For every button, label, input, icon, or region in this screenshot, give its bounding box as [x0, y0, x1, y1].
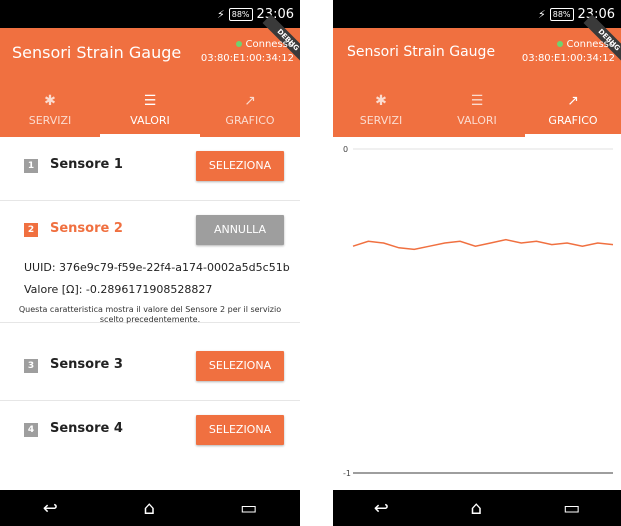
sensor-list: 1 Sensore 1 SELEZIONA 2 Sensore 2 ANNULL…: [0, 137, 300, 490]
tab-label: SERVIZI: [359, 113, 403, 127]
sensor-label: Sensore 4: [50, 421, 123, 436]
app-bar: DEBUG Sensori Strain Gauge Connesso 03:8…: [0, 14, 300, 137]
status-bar: ⚡ 88% 23:06: [0, 0, 300, 28]
connection-status: Connesso: [245, 39, 294, 50]
list-item: 2 Sensore 2 ANNULLA UUID: 376e9c79-f59e-…: [0, 201, 300, 324]
charging-icon: ⚡: [217, 7, 225, 21]
list-item: 3 Sensore 3 SELEZIONA: [0, 337, 300, 401]
home-icon[interactable]: ⌂: [470, 498, 481, 519]
mac-address: 03:80:E1:00:34:12: [521, 53, 615, 64]
connection-info: Connesso 03:80:E1:00:34:12: [201, 38, 294, 66]
trend-icon: ↗: [244, 92, 256, 109]
sensor-uuid: UUID: 376e9c79-f59e-22f4-a174-0002a5d5c5…: [24, 261, 290, 274]
sensor-number-badge: 1: [24, 159, 38, 173]
connection-status: Connesso: [566, 39, 615, 50]
charging-icon: ⚡: [538, 7, 546, 21]
sensor-label: Sensore 2: [50, 221, 123, 236]
connection-info: Connesso 03:80:E1:00:34:12: [522, 38, 615, 66]
tab-label: GRAFICO: [225, 113, 275, 127]
sensor-label: Sensore 3: [50, 357, 123, 372]
sensor-value: Valore [Ω]: -0.2896171908528827: [24, 283, 213, 296]
app-bar: DEBUG Sensori Strain Gauge Connesso 03:8…: [333, 14, 621, 137]
connection-dot-icon: [556, 41, 563, 47]
tab-label: SERVIZI: [28, 113, 72, 127]
home-icon[interactable]: ⌂: [143, 498, 154, 519]
series-line-0: [352, 238, 614, 251]
list-item: 4 Sensore 4 SELEZIONA: [0, 401, 300, 465]
list-icon: ☰: [143, 92, 157, 109]
battery-indicator: 88%: [549, 7, 574, 21]
navigation-bar: ↩ ⌂ ▭: [333, 490, 621, 526]
tab-label: GRAFICO: [548, 113, 598, 127]
tab-valori[interactable]: ☰ VALORI: [429, 83, 525, 137]
status-bar: ⚡ 88% 23:06: [333, 0, 621, 28]
tab-bar: ✱ SERVIZI ☰ VALORI ↗ GRAFICO: [0, 83, 300, 137]
recents-icon[interactable]: ▭: [563, 498, 580, 519]
back-icon[interactable]: ↩: [43, 498, 58, 519]
phone-values-screen: ⚡ 88% 23:06 DEBUG Sensori Strain Gauge C…: [0, 0, 300, 526]
trend-icon: ↗: [567, 92, 579, 109]
select-sensor-1-button[interactable]: SELEZIONA: [196, 151, 284, 181]
connection-dot-icon: [235, 41, 242, 47]
tab-valori[interactable]: ☰ VALORI: [100, 83, 200, 137]
bluetooth-icon: ✱: [375, 92, 387, 109]
list-icon: ☰: [470, 92, 484, 109]
tab-servizi[interactable]: ✱ SERVIZI: [333, 83, 429, 137]
select-sensor-4-button[interactable]: SELEZIONA: [196, 415, 284, 445]
sensor-number-badge: 2: [24, 223, 38, 237]
tab-grafico[interactable]: ↗ GRAFICO: [200, 83, 300, 137]
value-chart: 0 -1: [333, 137, 621, 490]
cancel-sensor-2-button[interactable]: ANNULLA: [196, 215, 284, 245]
chart-canvas: [352, 148, 614, 474]
tab-grafico[interactable]: ↗ GRAFICO: [525, 83, 621, 137]
tab-label: VALORI: [457, 113, 497, 127]
select-sensor-3-button[interactable]: SELEZIONA: [196, 351, 284, 381]
sensor-number-badge: 4: [24, 423, 38, 437]
app-title: Sensori Strain Gauge: [347, 44, 496, 60]
phone-chart-screen: ⚡ 88% 23:06 DEBUG Sensori Strain Gauge C…: [333, 0, 621, 526]
tab-servizi[interactable]: ✱ SERVIZI: [0, 83, 100, 137]
recents-icon[interactable]: ▭: [240, 498, 257, 519]
sensor-label: Sensore 1: [50, 157, 123, 172]
tab-bar: ✱ SERVIZI ☰ VALORI ↗ GRAFICO: [333, 83, 621, 137]
sensor-description: Questa caratteristica mostra il valore d…: [18, 305, 282, 324]
mac-address: 03:80:E1:00:34:12: [200, 53, 294, 64]
battery-indicator: 88%: [228, 7, 253, 21]
bluetooth-icon: ✱: [44, 92, 56, 109]
sensor-number-badge: 3: [24, 359, 38, 373]
tab-label: VALORI: [130, 113, 170, 127]
navigation-bar: ↩ ⌂ ▭: [0, 490, 300, 526]
list-item: 1 Sensore 1 SELEZIONA: [0, 137, 300, 201]
app-title: Sensori Strain Gauge: [12, 43, 182, 62]
back-icon[interactable]: ↩: [374, 498, 389, 519]
